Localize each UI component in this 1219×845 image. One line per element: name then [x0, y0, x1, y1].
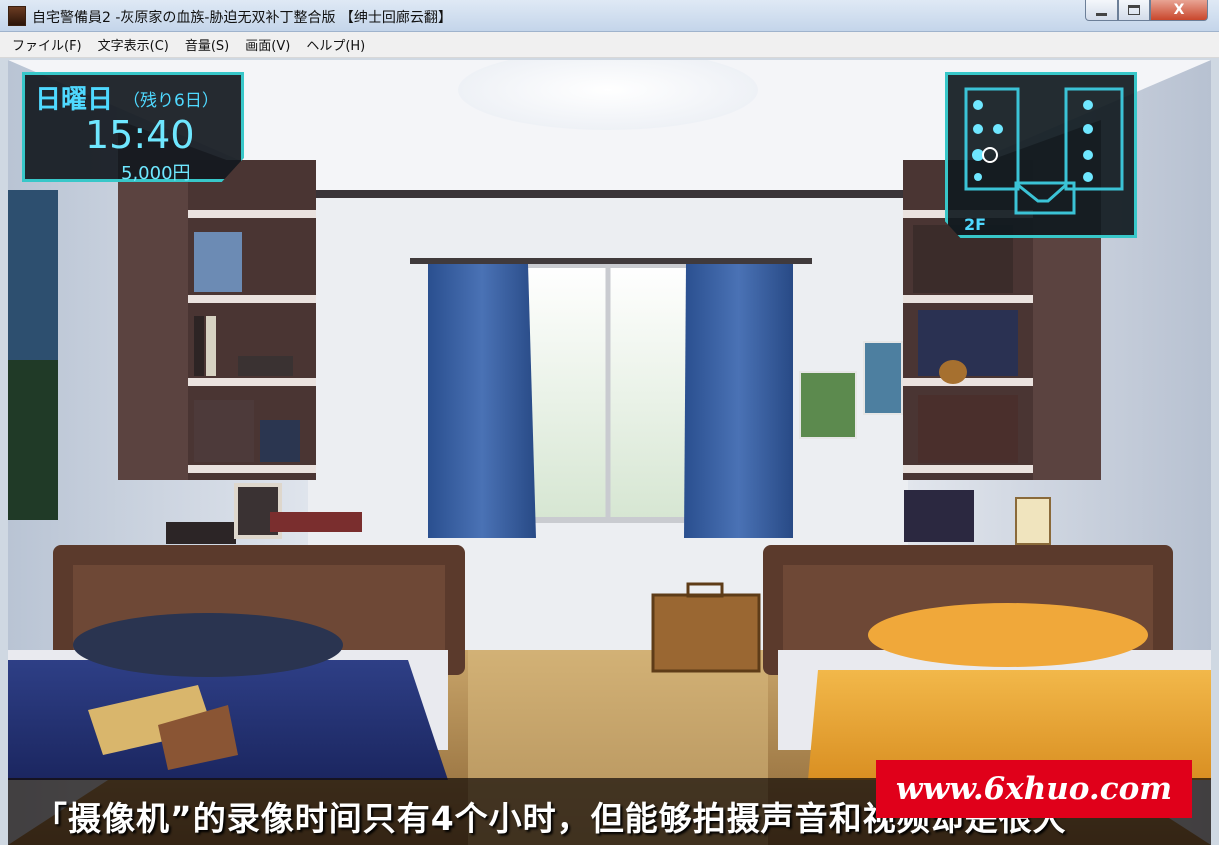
close-button[interactable]: X — [1150, 0, 1208, 21]
minimize-icon — [1096, 12, 1107, 16]
room-icon — [1083, 172, 1093, 182]
title-bar: 自宅警備員2 -灰原家の血族-胁迫无双补丁整合版 【绅士回廊云翻】 X — [0, 0, 1219, 32]
room-icon — [974, 173, 982, 181]
clock-panel: 日曜日 （残り6日） 15:40 5,000円 — [22, 72, 244, 182]
room-icon — [1083, 100, 1093, 110]
menu-screen[interactable]: 画面(V) — [245, 35, 290, 54]
floor-label: 2F — [964, 215, 987, 234]
window-title: 自宅警備員2 -灰原家の血族-胁迫无双补丁整合版 【绅士回廊云翻】 — [32, 10, 452, 26]
menu-volume[interactable]: 音量(S) — [185, 35, 229, 54]
money-display: 5,000円 — [121, 163, 191, 184]
days-remaining: （残り6日） — [123, 91, 219, 111]
menu-file[interactable]: ファイル(F) — [12, 35, 82, 54]
room-icon — [973, 100, 983, 110]
maximize-button[interactable] — [1118, 0, 1150, 21]
app-icon[interactable] — [8, 6, 26, 26]
room-icon — [993, 124, 1003, 134]
menu-help[interactable]: ヘルプ(H) — [306, 35, 365, 54]
room-icon — [973, 124, 983, 134]
player-location-icon — [982, 147, 998, 163]
watermark-text: www.6xhuo.com — [895, 771, 1173, 807]
minimize-button[interactable] — [1085, 0, 1118, 21]
maximize-icon — [1128, 5, 1140, 15]
room-icon — [1083, 150, 1093, 160]
floor-map-panel[interactable]: 2F — [945, 72, 1137, 238]
watermark-banner: www.6xhuo.com — [876, 760, 1192, 818]
menu-text-display[interactable]: 文字表示(C) — [98, 35, 169, 54]
game-viewport[interactable]: 日曜日 （残り6日） 15:40 5,000円 2F 「摄像机”的录像时间只有4… — [8, 60, 1211, 845]
menu-bar: ファイル(F) 文字表示(C) 音量(S) 画面(V) ヘルプ(H) — [0, 32, 1219, 58]
time-display: 15:40 — [85, 113, 195, 157]
close-icon: X — [1173, 2, 1185, 18]
room-icon — [1083, 124, 1093, 134]
weekday-label: 日曜日 — [35, 85, 114, 115]
